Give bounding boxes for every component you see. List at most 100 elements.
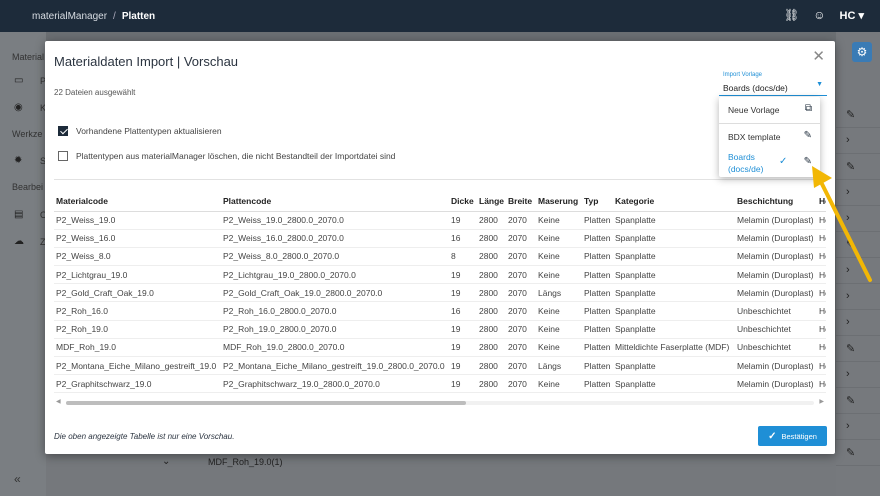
chevron-right-icon[interactable]: › xyxy=(846,316,850,328)
collapse-sidebar-icon[interactable]: « xyxy=(14,472,21,486)
edit-icon[interactable]: ✎ xyxy=(846,108,855,121)
breadcrumb-separator: / xyxy=(113,10,116,22)
column-header[interactable]: Typ xyxy=(582,191,613,212)
table-cell: P2_Montana_Eiche_Milano_gestreift_19.0 xyxy=(54,356,221,376)
scroll-left-icon[interactable]: ◀ xyxy=(56,398,61,405)
breadcrumb-page: Platten xyxy=(121,10,156,22)
table-cell: P2_Roh_19.0 xyxy=(54,320,221,339)
caret-down-icon[interactable]: ▼ xyxy=(816,81,823,88)
edit-icon[interactable]: ✎ xyxy=(846,394,855,407)
top-bar: materialManager / Platten ⛓ ☺ HC ▾ xyxy=(0,0,880,32)
row-action[interactable]: › xyxy=(836,310,880,336)
column-header[interactable]: Länge xyxy=(477,191,506,212)
table-cell: 2070 xyxy=(506,374,536,393)
table-cell: He xyxy=(817,283,826,303)
breadcrumb-app[interactable]: materialManager xyxy=(32,11,107,22)
table-cell: 2800 xyxy=(477,320,506,339)
chevron-right-icon[interactable]: › xyxy=(846,368,850,380)
monitor-icon[interactable]: ▭ xyxy=(14,75,23,86)
support-icon[interactable]: ☺ xyxy=(813,8,825,22)
chevron-right-icon[interactable]: › xyxy=(846,290,850,302)
edit-icon[interactable]: ✎ xyxy=(804,130,812,141)
table-header-row: Materialcode Plattencode Dicke Länge Breite M… xyxy=(54,191,826,212)
table-cell: 2070 xyxy=(506,211,536,230)
row-action[interactable]: › xyxy=(836,128,880,154)
row-action[interactable]: ✎ xyxy=(836,102,880,128)
import-template-dropdown: Neue Vorlage ⧉ BDX template ✎ Boards (do… xyxy=(719,97,820,177)
column-header[interactable]: Maserung xyxy=(536,191,582,212)
table-cell: P2_Graphitschwarz_19.0_2800.0_2070.0 xyxy=(221,374,449,393)
table-icon[interactable]: ▤ xyxy=(14,209,23,220)
row-action[interactable]: › xyxy=(836,284,880,310)
table-cell: 2800 xyxy=(477,211,506,230)
column-header[interactable]: Beschichtung xyxy=(735,191,817,212)
table-cell: 2800 xyxy=(477,338,506,358)
table-cell: 19 xyxy=(449,374,477,393)
scroll-right-icon[interactable]: ▶ xyxy=(819,398,824,405)
table-cell: Keine xyxy=(536,211,582,230)
row-action[interactable]: ✎ xyxy=(836,336,880,362)
gear-icon[interactable]: ✹ xyxy=(14,155,22,166)
preview-table-container[interactable]: Materialcode Plattencode Dicke Länge Breite M… xyxy=(54,191,826,393)
column-header[interactable]: Materialcode xyxy=(54,191,221,212)
table-cell: Spanplatte xyxy=(613,374,735,393)
template-option-bdx[interactable]: BDX template ✎ xyxy=(719,124,820,148)
hc-logo-icon[interactable]: HC ▾ xyxy=(840,9,864,22)
chevron-right-icon[interactable]: › xyxy=(846,420,850,432)
table-cell: 8 xyxy=(449,247,477,267)
edit-icon[interactable]: ✎ xyxy=(846,342,855,355)
copy-icon[interactable]: ⧉ xyxy=(805,103,812,114)
column-header[interactable]: Breite xyxy=(506,191,536,212)
table-cell: Unbeschichtet xyxy=(735,338,817,358)
table-cell: P2_Weiss_16.0_2800.0_2070.0 xyxy=(221,229,449,248)
breadcrumb: materialManager / Platten xyxy=(32,11,155,22)
column-header[interactable]: Plattencode xyxy=(221,191,449,212)
table-cell: 2800 xyxy=(477,301,506,321)
dialog-title: Materialdaten Import | Vorschau xyxy=(54,54,239,69)
row-action[interactable]: › xyxy=(836,414,880,440)
table-cell: P2_Lichtgrau_19.0_2800.0_2070.0 xyxy=(221,265,449,285)
delete-types-option[interactable]: Plattentypen aus materialManager löschen… xyxy=(58,151,395,161)
edit-icon[interactable]: ✎ xyxy=(846,446,855,459)
delete-types-label: Plattentypen aus materialManager löschen… xyxy=(76,151,396,161)
confirm-button[interactable]: ✓ Bestätigen xyxy=(758,426,827,446)
preview-note: Die oben angezeigte Tabelle ist nur eine… xyxy=(54,432,235,441)
files-selected-text: 22 Dateien ausgewählt xyxy=(54,88,136,97)
table-cell: Platten xyxy=(582,265,613,285)
chevron-right-icon[interactable]: › xyxy=(846,134,850,146)
table-cell: 16 xyxy=(449,301,477,321)
background-list: ⌄ MDF_Roh_19.0(1) xyxy=(46,452,836,496)
column-header[interactable]: Kategorie xyxy=(613,191,735,212)
scrollbar-thumb[interactable] xyxy=(66,401,466,405)
table-body: P2_Weiss_19.0 P2_Weiss_19.0_2800.0_2070.0… xyxy=(54,211,826,393)
update-types-checkbox[interactable] xyxy=(58,126,68,136)
row-action[interactable]: › xyxy=(836,362,880,388)
close-icon[interactable]: ✕ xyxy=(812,47,825,65)
import-preview-dialog: Materialdaten Import | Vorschau ✕ 22 Dat… xyxy=(45,41,835,454)
row-action[interactable]: ✎ xyxy=(836,388,880,414)
table-cell: Platten xyxy=(582,374,613,393)
horizontal-scrollbar[interactable]: ◀ ▶ xyxy=(54,398,826,407)
target-icon[interactable]: ◉ xyxy=(14,102,23,113)
delete-types-checkbox[interactable] xyxy=(58,151,68,161)
chevron-down-icon[interactable]: ⌄ xyxy=(162,456,170,467)
cloud-icon[interactable]: ☁ xyxy=(14,236,24,247)
settings-gear-icon[interactable]: ⚙ xyxy=(852,42,872,62)
update-types-option[interactable]: Vorhandene Plattentypen aktualisieren xyxy=(58,126,222,136)
table-cell: P2_Montana_Eiche_Milano_gestreift_19.0_2… xyxy=(221,356,449,376)
scrollbar-track[interactable] xyxy=(66,401,814,405)
link-icon[interactable]: ⛓ xyxy=(784,8,799,22)
row-action[interactable]: ✎ xyxy=(836,440,880,466)
import-template-select[interactable]: Import Vorlage Boards (docs/de) ▼ xyxy=(719,71,827,96)
table-cell: P2_Weiss_8.0_2800.0_2070.0 xyxy=(221,247,449,267)
table-cell: 19 xyxy=(449,211,477,230)
table-cell: He xyxy=(817,374,826,393)
divider xyxy=(54,179,826,180)
table-cell: P2_Gold_Craft_Oak_19.0 xyxy=(54,283,221,303)
table-cell: Platten xyxy=(582,283,613,303)
template-option-boards[interactable]: Boards (docs/de) ✓ ✎ xyxy=(719,148,820,177)
group-row-label[interactable]: MDF_Roh_19.0(1) xyxy=(208,457,283,467)
template-option-new[interactable]: Neue Vorlage ⧉ xyxy=(719,97,820,123)
table-cell: 2070 xyxy=(506,356,536,376)
column-header[interactable]: Dicke xyxy=(449,191,477,212)
